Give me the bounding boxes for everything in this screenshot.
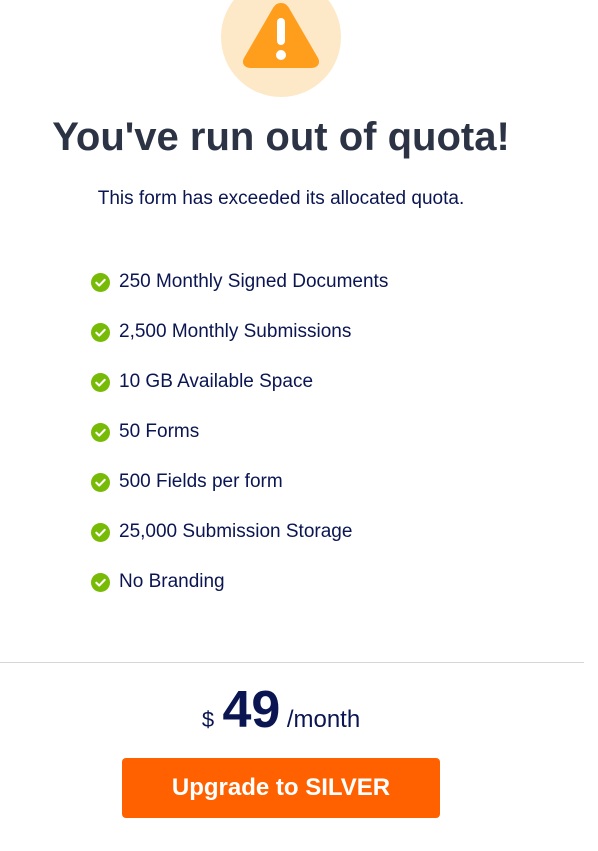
warning-triangle-icon	[242, 3, 320, 68]
price-display: $ 49 /month	[0, 680, 562, 753]
feature-item: 50 Forms	[91, 419, 388, 445]
feature-item: 10 GB Available Space	[91, 369, 388, 395]
feature-item: No Branding	[91, 569, 388, 595]
feature-label: 50 Forms	[119, 421, 200, 442]
check-circle-icon	[91, 372, 110, 392]
check-circle-icon	[91, 472, 110, 492]
check-circle-icon	[91, 572, 110, 592]
upgrade-button[interactable]: Upgrade to SILVER	[122, 758, 440, 818]
price-currency: $	[201, 707, 215, 732]
feature-label: 25,000 Submission Storage	[119, 521, 353, 542]
price-period: /month	[286, 706, 361, 733]
feature-label: 10 GB Available Space	[119, 371, 314, 392]
check-circle-icon	[91, 422, 110, 442]
quota-exceeded-page: You've run out of quota! This form has e…	[0, 0, 598, 851]
feature-label: 500 Fields per form	[119, 471, 283, 492]
feature-item: 500 Fields per form	[91, 469, 388, 495]
page-title: You've run out of quota!	[52, 115, 510, 159]
feature-item: 2,500 Monthly Submissions	[91, 319, 388, 345]
feature-label: 250 Monthly Signed Documents	[119, 271, 389, 292]
check-circle-icon	[91, 272, 110, 292]
check-circle-icon	[91, 322, 110, 342]
price-amount: 49	[222, 681, 281, 739]
check-circle-icon	[91, 522, 110, 542]
feature-label: No Branding	[119, 571, 225, 592]
feature-item: 25,000 Submission Storage	[91, 519, 388, 545]
feature-list: 250 Monthly Signed Documents 2,500 Month…	[91, 269, 388, 619]
page-subtitle: This form has exceeded its allocated quo…	[97, 188, 465, 209]
feature-item: 250 Monthly Signed Documents	[91, 269, 388, 295]
section-divider	[0, 662, 584, 663]
feature-label: 2,500 Monthly Submissions	[119, 321, 352, 342]
warning-badge	[221, 0, 341, 97]
